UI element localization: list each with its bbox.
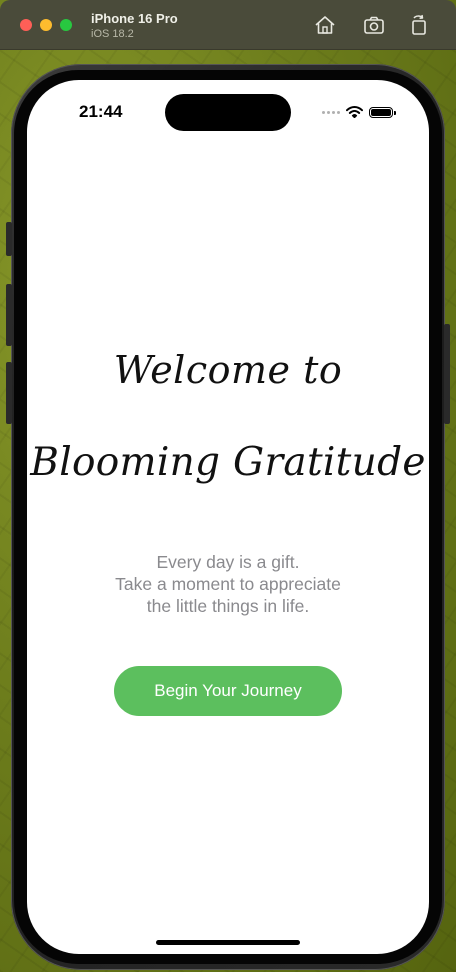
side-power-button [444,324,450,424]
signal-dots-icon [322,110,340,114]
begin-journey-button[interactable]: Begin Your Journey [114,666,342,716]
phone-screen: 21:44 Welcome to Blooming Gratitude Ever… [27,80,429,954]
rotate-icon [412,14,426,35]
status-icons [322,106,396,118]
zoom-window-button[interactable] [60,19,72,31]
rotate-button[interactable] [407,13,431,37]
welcome-subtitle: Every day is a gift. Take a moment to ap… [27,551,429,617]
home-icon [315,16,335,34]
subtitle-line: Take a moment to appreciate [115,574,341,594]
status-time: 21:44 [79,102,123,121]
home-indicator[interactable] [156,940,300,945]
subtitle-line: Every day is a gift. [156,552,300,572]
volume-down-button [6,362,12,424]
close-window-button[interactable] [20,19,32,31]
device-os-version: iOS 18.2 [91,28,134,40]
welcome-heading-line1: Welcome to [113,348,343,392]
simulator-titlebar: iPhone 16 Pro iOS 18.2 [0,0,456,50]
subtitle-line: the little things in life. [146,596,310,616]
home-button[interactable] [313,13,337,37]
welcome-heading-line2: Blooming Gratitude [30,440,426,485]
dynamic-island [165,94,291,131]
camera-icon [364,16,384,34]
device-name: iPhone 16 Pro [91,11,178,26]
minimize-window-button[interactable] [40,19,52,31]
wifi-icon [346,106,363,118]
screenshot-button[interactable] [362,13,386,37]
volume-up-button [6,284,12,346]
battery-icon [369,106,396,118]
action-button [6,222,12,256]
